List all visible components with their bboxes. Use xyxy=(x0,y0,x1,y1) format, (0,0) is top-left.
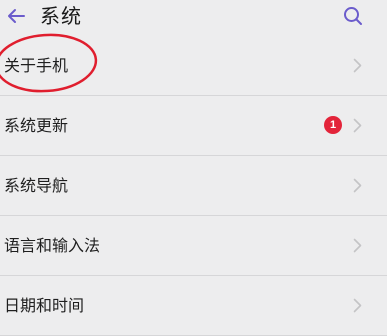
header-bar: 系统 xyxy=(0,0,387,36)
chevron-right-icon xyxy=(353,118,362,133)
settings-list: 关于手机 系统更新 1 系统导航 语言和输入法 日期和时间 xyxy=(0,36,387,336)
list-item-label: 系统导航 xyxy=(4,176,69,195)
chevron-right-icon xyxy=(353,58,362,73)
list-item-system-update[interactable]: 系统更新 1 xyxy=(0,96,387,156)
list-item-label: 关于手机 xyxy=(4,56,69,75)
list-item-date-time[interactable]: 日期和时间 xyxy=(0,276,387,336)
list-item-about-phone[interactable]: 关于手机 xyxy=(0,36,387,96)
list-item-language-input[interactable]: 语言和输入法 xyxy=(0,216,387,276)
search-icon[interactable] xyxy=(341,4,365,28)
chevron-right-icon xyxy=(353,298,362,313)
arrow-left-icon[interactable] xyxy=(4,4,28,28)
chevron-right-icon xyxy=(353,238,362,253)
page-title: 系统 xyxy=(40,4,82,28)
list-item-system-navigation[interactable]: 系统导航 xyxy=(0,156,387,216)
list-item-label: 语言和输入法 xyxy=(4,236,101,255)
chevron-right-icon xyxy=(353,178,362,193)
notification-badge: 1 xyxy=(324,116,342,134)
list-item-label: 日期和时间 xyxy=(4,296,85,315)
list-item-label: 系统更新 xyxy=(4,116,69,135)
